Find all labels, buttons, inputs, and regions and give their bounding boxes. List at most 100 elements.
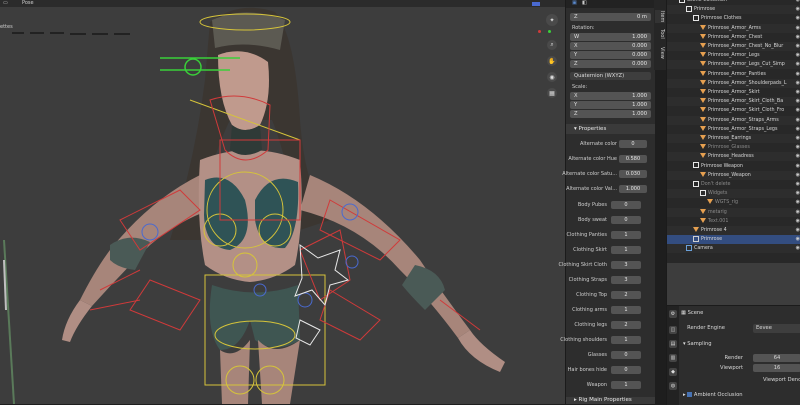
tab-item[interactable]: Item [655, 10, 665, 24]
prop-value-field[interactable]: 1 [611, 336, 641, 344]
scale-z-field[interactable]: Z 1.000 [570, 110, 651, 118]
prop-value-field[interactable]: 0 [611, 351, 641, 359]
visibility-eye-icon[interactable]: ◉ [796, 97, 800, 106]
outliner-item[interactable]: Primrose_Armor_Legs_Cut_Simp ◉ [667, 60, 800, 70]
outliner-item[interactable]: Primrose_Weapon ◉ [667, 170, 800, 180]
scene-tab-icon[interactable]: ◆ [669, 368, 677, 376]
prop-value-field[interactable]: 0.030 [619, 170, 647, 178]
outliner-item[interactable]: Widgets ◉ [667, 189, 800, 199]
prop-value-field[interactable]: 1 [611, 231, 641, 239]
visibility-eye-icon[interactable]: ◉ [796, 51, 800, 60]
viewport-samples-field[interactable]: 16 [753, 364, 800, 372]
scale-y-field[interactable]: Y 1.000 [570, 101, 651, 109]
outliner-item[interactable]: Camera ◉ [667, 244, 800, 254]
visibility-eye-icon[interactable]: ◉ [796, 79, 800, 88]
ambient-occlusion-header[interactable]: ▸ Ambient Occlusion [683, 391, 743, 400]
outliner-item[interactable]: Primrose_Armor_Chest_No_Blur ◉ [667, 42, 800, 51]
visibility-eye-icon[interactable]: ◉ [796, 33, 800, 42]
prop-value-field[interactable]: 3 [611, 261, 641, 269]
prop-value-field[interactable]: 0.580 [619, 155, 647, 163]
3d-viewport[interactable]: ▭ Pose ettes ✦ ⌕ ✋ ◉ ▦ [0, 0, 565, 404]
perspective-grid-icon[interactable]: ▦ [547, 88, 557, 98]
visibility-eye-icon[interactable]: ◉ [796, 14, 800, 23]
prop-value-field[interactable]: 1.000 [619, 185, 647, 193]
visibility-eye-icon[interactable]: ◉ [796, 24, 800, 33]
location-z-field[interactable]: Z 0 m [570, 13, 651, 21]
pan-hand-icon[interactable]: ✋ [547, 56, 557, 66]
outliner-item[interactable]: WGTS_rig ◉ [667, 198, 800, 207]
render-engine-dropdown[interactable]: Eevee [753, 324, 800, 333]
outliner-item[interactable]: Primrose_Armor_Panties ◉ [667, 70, 800, 79]
outliner-item[interactable]: Primrose_Armor_Skirt_Cloth_Fro ◉ [667, 106, 800, 115]
world-tab-icon[interactable]: ◍ [669, 382, 677, 390]
outliner-item[interactable]: Primrose_Armor_Skirt_Cloth_Ba ◉ [667, 97, 800, 107]
navigation-gizmo-icon[interactable]: ✦ [546, 14, 558, 26]
outliner-item[interactable]: metarig ◉ [667, 207, 800, 217]
visibility-eye-icon[interactable]: ◉ [796, 134, 800, 143]
visibility-eye-icon[interactable]: ◉ [796, 171, 800, 180]
visibility-eye-icon[interactable]: ◉ [796, 143, 800, 152]
tab-tool[interactable]: Tool [655, 28, 665, 40]
visibility-eye-icon[interactable]: ◉ [796, 244, 800, 253]
outliner-item[interactable]: Primrose_Armor_Arms ◉ [667, 23, 800, 33]
prop-value-field[interactable]: 0 [619, 140, 647, 148]
outliner-item[interactable]: Don't delete ◉ [667, 180, 800, 189]
visibility-eye-icon[interactable]: ◉ [796, 208, 800, 217]
visibility-eye-icon[interactable]: ◉ [796, 106, 800, 115]
outliner-item[interactable]: Primrose_Armor_Straps_Arms ◉ [667, 115, 800, 125]
prop-value-field[interactable]: 2 [611, 291, 641, 299]
sampling-panel-header[interactable]: ▾ Sampling [683, 340, 712, 349]
prop-value-field[interactable]: 0 [611, 366, 641, 374]
visibility-eye-icon[interactable]: ◉ [796, 5, 800, 14]
properties-panel-header[interactable]: ▾ Properties [566, 124, 655, 134]
outliner-item[interactable]: Primrose_Armor_Straps_Legs ◉ [667, 125, 800, 134]
outliner-item[interactable]: Primrose_Armor_Skirt ◉ [667, 88, 800, 97]
visibility-eye-icon[interactable]: ◉ [796, 125, 800, 134]
visibility-eye-icon[interactable]: ◉ [796, 42, 800, 51]
tool-tab-icon[interactable]: ⚙ [669, 310, 677, 318]
outliner-item[interactable]: Primrose_Earrings ◉ [667, 134, 800, 143]
visibility-eye-icon[interactable]: ◉ [796, 116, 800, 125]
outliner-item[interactable]: Primrose Weapon ◉ [667, 162, 800, 171]
outliner-item[interactable]: Primrose_Armor_Chest ◉ [667, 33, 800, 42]
visibility-eye-icon[interactable]: ◉ [796, 152, 800, 161]
prop-value-field[interactable]: 1 [611, 381, 641, 389]
prop-value-field[interactable]: 3 [611, 276, 641, 284]
visibility-eye-icon[interactable]: ◉ [796, 70, 800, 79]
visibility-eye-icon[interactable]: ◉ [796, 235, 800, 244]
visibility-eye-icon[interactable]: ◉ [796, 60, 800, 69]
prop-value-field[interactable]: 0 [611, 201, 641, 209]
outliner-item[interactable]: Text.001 ◉ [667, 217, 800, 226]
scale-x-field[interactable]: X 1.000 [570, 92, 651, 100]
render-samples-field[interactable]: 64 [753, 354, 800, 362]
outliner-item[interactable]: Primrose_Glasses ◉ [667, 143, 800, 152]
rotation-w-field[interactable]: W 1.000 [570, 33, 651, 41]
render-tab-icon[interactable]: ◫ [669, 326, 677, 334]
visibility-eye-icon[interactable]: ◉ [796, 88, 800, 97]
visibility-eye-icon[interactable]: ◉ [796, 217, 800, 226]
tab-view[interactable]: View [655, 46, 665, 60]
zoom-icon[interactable]: ⌕ [547, 40, 557, 50]
prop-value-field[interactable]: 0 [611, 216, 641, 224]
visibility-eye-icon[interactable]: ◉ [796, 180, 800, 189]
prop-value-field[interactable]: 1 [611, 246, 641, 254]
outliner-item[interactable]: Primrose ◉ [667, 5, 800, 15]
rotation-mode-dropdown[interactable]: Quaternion (WXYZ) [570, 72, 651, 80]
header-mode-icon[interactable]: ◧ [582, 0, 587, 6]
outliner-item[interactable]: Primrose 4 ◉ [667, 226, 800, 235]
view-layer-tab-icon[interactable]: ▥ [669, 354, 677, 362]
outliner-item[interactable]: Primrose_Armor_Legs ◉ [667, 51, 800, 60]
camera-view-icon[interactable]: ◉ [547, 72, 557, 82]
visibility-eye-icon[interactable]: ◉ [796, 226, 800, 235]
prop-value-field[interactable]: 2 [611, 321, 641, 329]
output-tab-icon[interactable]: ▤ [669, 340, 677, 348]
rotation-y-field[interactable]: Y 0.000 [570, 51, 651, 59]
outliner-item[interactable]: Primrose ◉ [667, 235, 800, 245]
prop-value-field[interactable]: 1 [611, 306, 641, 314]
outliner-item[interactable]: Primrose_Armor_Shoulderpads_L ◉ [667, 78, 800, 88]
outliner-item[interactable]: Primrose Clothes ◉ [667, 14, 800, 23]
rig-main-properties-header[interactable]: ▸ Rig Main Properties [566, 397, 655, 404]
ao-checkbox[interactable] [687, 392, 693, 397]
visibility-eye-icon[interactable]: ◉ [796, 162, 800, 171]
visibility-eye-icon[interactable]: ◉ [796, 189, 800, 198]
